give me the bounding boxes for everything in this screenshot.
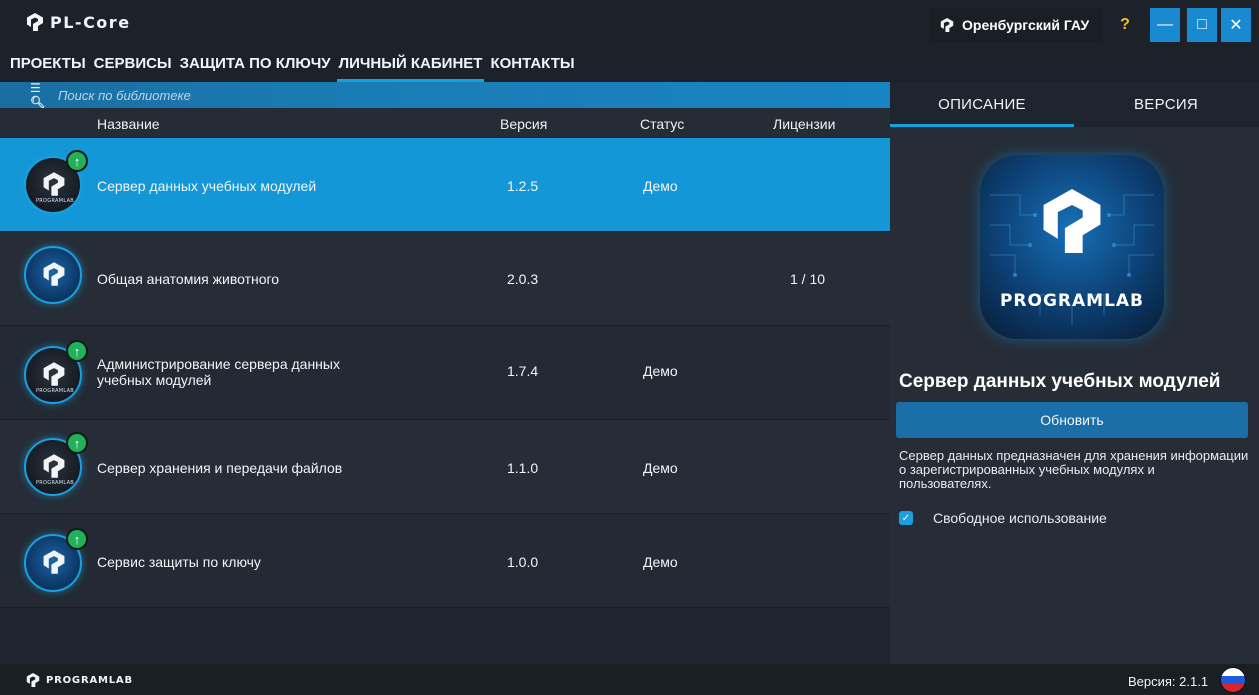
nav-personal-account[interactable]: ЛИЧНЫЙ КАБИНЕТ bbox=[336, 45, 485, 82]
module-version: 2.0.3 bbox=[507, 271, 539, 287]
search-input[interactable] bbox=[58, 87, 458, 103]
footer: PROGRAMLAB Версия: 2.1.1 bbox=[0, 664, 1259, 695]
details-panel: ОПИСАНИЕ ВЕРСИЯ PROGRAMLAB Сервер данных… bbox=[890, 82, 1259, 664]
app-title: PL-Core bbox=[50, 12, 131, 32]
module-name: Сервис защиты по ключу bbox=[97, 554, 261, 570]
pl-logo-icon bbox=[27, 13, 43, 31]
organization-name: Оренбургский ГАУ bbox=[962, 17, 1090, 33]
module-name: Сервер хранения и передачи файлов bbox=[97, 460, 343, 476]
details-tabs: ОПИСАНИЕ ВЕРСИЯ bbox=[890, 82, 1259, 127]
main-nav: ПРОЕКТЫ СЕРВИСЫ ЗАЩИТА ПО КЛЮЧУ ЛИЧНЫЙ К… bbox=[0, 45, 890, 82]
tab-description[interactable]: ОПИСАНИЕ bbox=[890, 82, 1074, 127]
icon-caption: PROGRAMLAB bbox=[35, 198, 75, 204]
search-icon[interactable]: ☰🔍︎ bbox=[30, 81, 46, 109]
module-version: 1.1.0 bbox=[507, 460, 539, 476]
panel-top-spacer bbox=[890, 45, 1259, 82]
pl-logo-icon bbox=[1043, 189, 1101, 253]
nav-services[interactable]: СЕРВИСЫ bbox=[92, 45, 174, 82]
icon-caption: PROGRAMLAB bbox=[35, 480, 75, 486]
minimize-button[interactable]: — bbox=[1150, 8, 1180, 42]
module-version: 1.7.4 bbox=[507, 363, 539, 379]
table-header: Название Версия Статус Лицензии bbox=[0, 108, 890, 138]
module-name: Сервер данных учебных модулей bbox=[97, 178, 317, 194]
nav-key-protection[interactable]: ЗАЩИТА ПО КЛЮЧУ bbox=[178, 45, 333, 82]
pl-logo-icon bbox=[940, 18, 954, 32]
app-logo: PL-Core bbox=[26, 12, 131, 32]
module-status: Демо bbox=[643, 460, 678, 476]
product-description: Сервер данных предназначен для хранения … bbox=[899, 448, 1249, 491]
free-use-label: Свободное использование bbox=[933, 510, 1107, 526]
library-table: Название Версия Статус Лицензии PROGRAML… bbox=[0, 108, 890, 664]
update-available-icon: ↑ bbox=[66, 432, 88, 454]
tab-version[interactable]: ВЕРСИЯ bbox=[1074, 82, 1258, 127]
details-body: PROGRAMLAB Сервер данных учебных модулей… bbox=[890, 127, 1259, 664]
column-version-header[interactable]: Версия bbox=[500, 116, 547, 132]
free-use-option[interactable]: ✓ Свободное использование bbox=[899, 510, 1107, 526]
update-available-icon: ↑ bbox=[66, 528, 88, 550]
product-logo: PROGRAMLAB bbox=[980, 155, 1164, 339]
product-title: Сервер данных учебных модулей bbox=[899, 371, 1221, 392]
table-row[interactable]: ↑ Сервис защиты по ключу 1.0.0 Демо bbox=[0, 514, 890, 608]
pl-logo-icon bbox=[43, 172, 65, 196]
product-brand: PROGRAMLAB bbox=[999, 291, 1145, 311]
pl-logo-icon bbox=[43, 262, 65, 286]
russian-flag-icon[interactable] bbox=[1220, 667, 1246, 693]
pl-logo-icon bbox=[43, 362, 65, 386]
pl-logo-icon bbox=[43, 454, 65, 478]
footer-brand: PROGRAMLAB bbox=[46, 674, 133, 686]
update-available-icon: ↑ bbox=[66, 340, 88, 362]
maximize-button[interactable]: □ bbox=[1187, 8, 1217, 42]
table-row[interactable]: PROGRAMLAB ↑ Сервер хранения и передачи … bbox=[0, 420, 890, 514]
help-button[interactable]: ? bbox=[1110, 8, 1140, 42]
module-icon bbox=[24, 246, 82, 304]
update-button[interactable]: Обновить bbox=[896, 402, 1248, 438]
library-search-bar: ☰🔍︎ bbox=[0, 81, 890, 109]
nav-projects[interactable]: ПРОЕКТЫ bbox=[8, 45, 88, 82]
free-use-checkbox[interactable]: ✓ bbox=[899, 511, 913, 525]
title-bar: PL-Core Оренбургский ГАУ ? — □ ✕ bbox=[0, 0, 1259, 45]
app-version: Версия: 2.1.1 bbox=[1128, 674, 1209, 689]
pl-logo-icon bbox=[26, 673, 40, 687]
module-version: 1.2.5 bbox=[507, 178, 539, 194]
table-row[interactable]: PROGRAMLAB ↑ Сервер данных учебных модул… bbox=[0, 138, 890, 232]
icon-caption: PROGRAMLAB bbox=[35, 388, 75, 394]
module-version: 1.0.0 bbox=[507, 554, 539, 570]
column-name-header[interactable]: Название bbox=[97, 116, 160, 132]
pl-logo-icon bbox=[43, 550, 65, 574]
module-licenses: 1 / 10 bbox=[790, 271, 826, 287]
table-row[interactable]: PROGRAMLAB ↑ Администрирование сервера д… bbox=[0, 326, 890, 420]
module-name: Общая анатомия животного bbox=[97, 271, 280, 287]
module-status: Демо bbox=[643, 363, 678, 379]
footer-logo: PROGRAMLAB bbox=[26, 672, 133, 688]
module-status: Демо bbox=[643, 554, 678, 570]
module-status: Демо bbox=[643, 178, 678, 194]
table-row[interactable]: Общая анатомия животного 2.0.3 1 / 10 bbox=[0, 232, 890, 326]
update-available-icon: ↑ bbox=[66, 150, 88, 172]
column-status-header[interactable]: Статус bbox=[640, 116, 684, 132]
nav-contacts[interactable]: КОНТАКТЫ bbox=[488, 45, 576, 82]
close-button[interactable]: ✕ bbox=[1221, 8, 1251, 42]
column-licenses-header[interactable]: Лицензии bbox=[773, 116, 835, 132]
module-name: Администрирование сервера данных учебных… bbox=[97, 356, 340, 388]
organization-button[interactable]: Оренбургский ГАУ bbox=[930, 8, 1102, 42]
